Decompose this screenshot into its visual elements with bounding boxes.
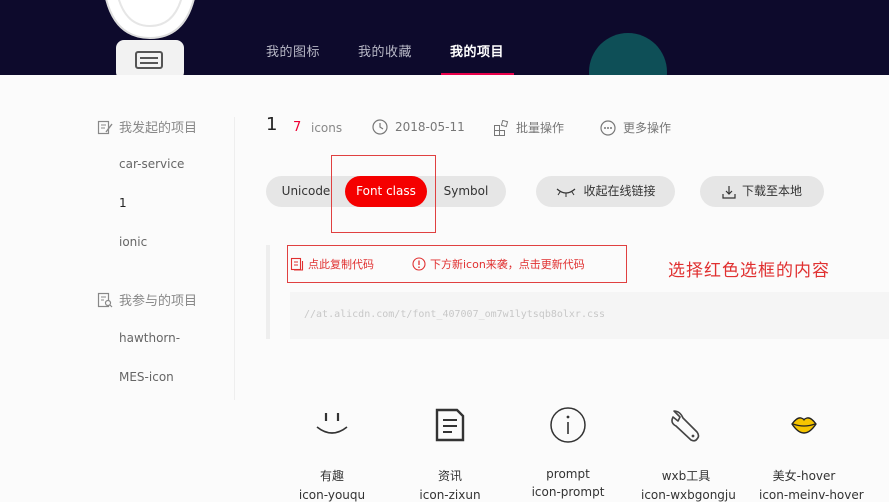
icon-code: icon-wxbgongju (641, 488, 736, 502)
clock-icon (372, 119, 388, 135)
highlight-box-font-class (331, 155, 436, 233)
nav-my-favorites[interactable]: 我的收藏 (358, 41, 412, 60)
icon-count: 7 (293, 120, 302, 135)
tab-unicode[interactable]: Unicode (276, 176, 336, 207)
icon-name: wxb工具 (661, 469, 711, 483)
sidebar-item-hawthorn[interactable]: hawthorn- (119, 331, 180, 345)
font-css-url[interactable]: //at.alicdn.com/t/font_407007_om7w1lytsq… (304, 309, 605, 320)
smile-icon (316, 413, 348, 434)
wrench-icon (671, 410, 700, 442)
sidebar-item-mes-icon[interactable]: MES-icon (119, 370, 174, 384)
code-block-border (266, 245, 270, 339)
icon-card[interactable]: 有趣 icon-youqu (287, 400, 377, 502)
document-search-icon (97, 292, 113, 307)
sidebar-item-ionic[interactable]: ionic (119, 235, 147, 249)
icon-card[interactable]: 资讯 icon-zixun (405, 400, 495, 502)
nav-active-indicator (441, 73, 514, 75)
project-name: 1 (266, 114, 278, 135)
closed-eye-icon (557, 188, 576, 197)
icon-card[interactable]: prompt icon-prompt (523, 400, 613, 499)
collapse-online-link-button[interactable]: 收起在线链接 (536, 176, 675, 207)
warning-circle-icon (412, 257, 426, 271)
sidebar-heading-initiated: 我发起的项目 (97, 117, 197, 136)
icon-count-unit: icons (311, 121, 343, 135)
icon-name: 资讯 (437, 469, 462, 483)
copy-code-button[interactable]: 点此复制代码 (290, 256, 374, 272)
icon-code: icon-zixun (419, 488, 481, 502)
more-dots-icon (600, 119, 616, 136)
icon-name: 有趣 (319, 469, 344, 483)
sidebar-heading-joined: 我参与的项目 (97, 290, 197, 309)
icon-card[interactable]: 美女-hover icon-meinv-hover (759, 400, 864, 502)
icon-code: icon-prompt (531, 485, 605, 499)
info-circle-icon (550, 407, 586, 443)
sidebar-item-1[interactable]: 1 (119, 196, 127, 210)
annotation-text: 选择红色选框的内容 (668, 261, 830, 281)
download-icon (722, 185, 736, 199)
download-local-button[interactable]: 下载至本地 (700, 176, 824, 207)
sidebar-item-car-service[interactable]: car-service (119, 157, 184, 171)
nav-my-icons[interactable]: 我的图标 (266, 41, 320, 60)
edit-document-icon (97, 120, 113, 134)
copy-document-icon (290, 257, 304, 271)
sidebar-divider (234, 117, 235, 400)
icon-code: icon-youqu (298, 488, 366, 502)
batch-operation-button[interactable]: 批量操作 (493, 119, 564, 136)
icon-code: icon-meinv-hover (759, 488, 864, 502)
icon-name: 美女-hover (772, 469, 836, 483)
grid-icon (494, 119, 509, 136)
icon-card[interactable]: wxb工具 icon-wxbgongju (641, 400, 736, 502)
astronaut-mascot-icon (105, 0, 195, 75)
tab-symbol[interactable]: Symbol (436, 176, 496, 207)
more-operations-button[interactable]: 更多操作 (600, 119, 671, 136)
project-date: 2018-05-11 (372, 119, 465, 135)
document-icon (435, 408, 465, 442)
top-bar (0, 0, 889, 75)
icon-name: prompt (546, 467, 590, 481)
nav-my-projects[interactable]: 我的项目 (450, 41, 504, 60)
update-code-button[interactable]: 下方新icon来袭，点击更新代码 (412, 256, 585, 272)
planet-decoration (589, 33, 667, 75)
lips-icon (791, 417, 817, 434)
